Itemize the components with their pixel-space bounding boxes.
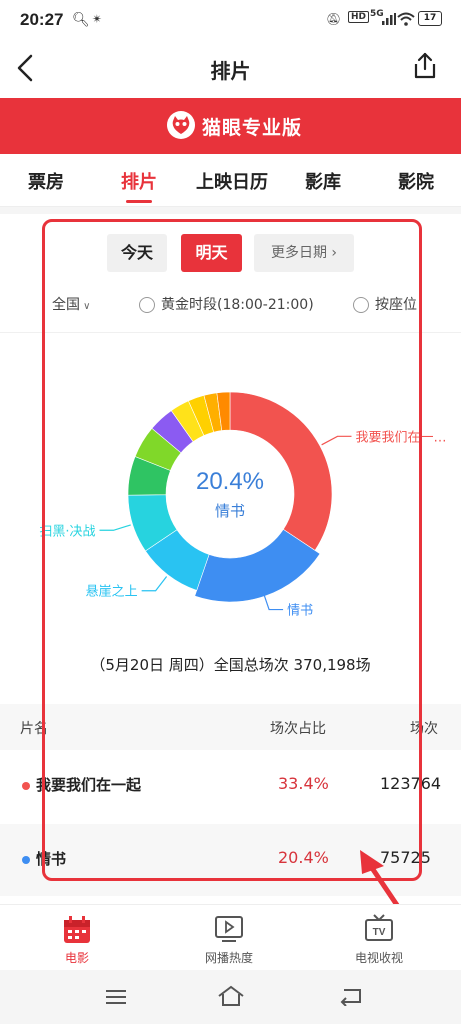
signal-bars-icon	[382, 13, 396, 25]
active-tab-indicator	[126, 200, 152, 203]
battery-icon: 17	[418, 11, 442, 26]
calendar-icon[interactable]	[62, 915, 92, 945]
tab-cinemas[interactable]: 影院	[396, 168, 436, 194]
play-icon[interactable]	[214, 915, 244, 943]
tab-release-calendar[interactable]: 上映日历	[194, 168, 270, 194]
status-bar: 20:27 🔍︎ ✴ 🔕︎ HD 5G 17	[0, 0, 461, 38]
highlight-box	[42, 219, 422, 881]
search-icon: 🔍︎	[72, 12, 90, 28]
film-color-dot	[22, 782, 30, 790]
nav-tv-ratings-label[interactable]: 电视收视	[339, 949, 419, 966]
status-time: 20:27	[20, 10, 64, 29]
nav-bar: 排片	[0, 38, 461, 98]
home-icon[interactable]	[216, 984, 246, 1008]
tab-box-office[interactable]: 票房	[26, 168, 66, 194]
system-nav	[0, 970, 461, 1024]
brand-banner: 猫眼专业版	[0, 98, 461, 154]
page-title: 排片	[210, 59, 251, 83]
film-color-dot	[22, 856, 30, 864]
tab-schedule[interactable]: 排片	[119, 168, 159, 194]
tab-film-library[interactable]: 影库	[303, 168, 343, 194]
hd-icon: HD	[348, 11, 370, 23]
mute-icon: 🔕︎	[326, 12, 342, 26]
brand-name: 猫眼专业版	[202, 117, 303, 139]
tv-icon[interactable]: TV	[364, 913, 394, 943]
nav-web-heat-label[interactable]: 网播热度	[189, 949, 269, 966]
bottom-nav: 电影 网播热度 TV 电视收视	[0, 904, 461, 971]
main-tabs: 票房 排片 上映日历 影库 影院	[0, 154, 461, 207]
notification-icon: ✴	[92, 12, 103, 26]
maoyan-logo-icon	[167, 111, 195, 139]
share-icon[interactable]	[412, 52, 438, 80]
menu-icon[interactable]	[104, 988, 128, 1006]
nav-movie-label[interactable]: 电影	[52, 949, 102, 966]
back-icon[interactable]	[338, 986, 364, 1006]
svg-text:TV: TV	[373, 927, 386, 938]
wifi-icon	[397, 12, 415, 26]
